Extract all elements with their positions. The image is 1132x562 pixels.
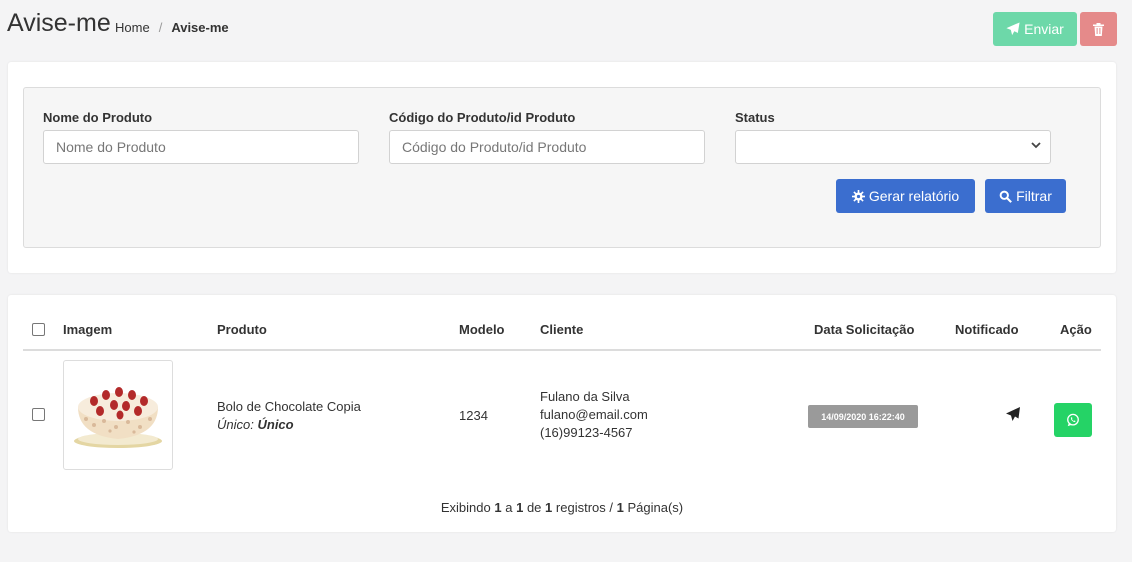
send-button[interactable]: Enviar <box>993 12 1077 46</box>
pagination-de: de <box>526 500 542 515</box>
breadcrumb: Home / Avise-me <box>115 20 229 35</box>
filter-card: Nome do Produto Código do Produto/id Pro… <box>8 62 1116 273</box>
header-divider <box>23 349 1101 351</box>
model-cell: 1234 <box>459 408 488 423</box>
variant-label: Único: <box>217 417 254 432</box>
product-name: Bolo de Chocolate Copia <box>217 399 361 414</box>
pagination-prefix: Exibindo <box>440 500 491 515</box>
column-header-product: Produto <box>217 322 267 337</box>
page-header: Avise-me Home / Avise-me Enviar <box>0 0 1132 56</box>
generate-report-button[interactable]: Gerar relatório <box>836 179 975 213</box>
results-table: Imagem Produto Modelo Cliente Data Solic… <box>8 295 1116 532</box>
product-variant: Único: Único <box>217 416 361 434</box>
gear-icon <box>851 189 865 203</box>
generate-report-label: Gerar relatório <box>868 188 960 204</box>
column-header-action: Ação <box>1060 322 1092 337</box>
product-code-input[interactable] <box>389 130 705 164</box>
pagination-summary: Exibindo 1 a 1 de 1 registros / 1 Página… <box>8 500 1116 515</box>
send-button-label: Enviar <box>1024 21 1064 37</box>
whatsapp-button[interactable] <box>1054 403 1092 437</box>
pagination-total: 1 <box>545 500 553 515</box>
trash-icon <box>1093 22 1104 36</box>
product-thumbnail <box>63 360 173 470</box>
chevron-down-icon <box>1031 142 1041 149</box>
product-name-input[interactable] <box>43 130 359 164</box>
pagination-a: a <box>505 500 513 515</box>
column-header-model: Modelo <box>459 322 505 337</box>
status-select[interactable] <box>735 130 1051 164</box>
product-code-label: Código do Produto/id Produto <box>389 110 576 125</box>
pagination-pages: 1 <box>616 500 624 515</box>
delete-button[interactable] <box>1080 12 1117 46</box>
product-cell: Bolo de Chocolate Copia Único: Único <box>217 398 361 434</box>
status-label: Status <box>735 110 775 125</box>
filter-panel: Nome do Produto Código do Produto/id Pro… <box>23 87 1101 248</box>
paper-plane-icon <box>1006 22 1020 36</box>
variant-value: Único <box>257 417 294 432</box>
client-email: fulano@email.com <box>540 407 648 422</box>
search-icon <box>999 190 1013 203</box>
breadcrumb-home[interactable]: Home <box>115 20 150 35</box>
filter-button[interactable]: Filtrar <box>985 179 1066 213</box>
column-header-client: Cliente <box>540 322 584 337</box>
pagination-from: 1 <box>494 500 502 515</box>
column-header-notified: Notificado <box>955 322 1019 337</box>
breadcrumb-separator: / <box>158 20 163 35</box>
select-all-checkbox[interactable] <box>32 323 45 336</box>
row-checkbox[interactable] <box>32 408 45 421</box>
paper-plane-icon <box>1006 407 1020 421</box>
cake-image <box>74 387 162 448</box>
pagination-registros: registros / <box>555 500 613 515</box>
filter-label: Filtrar <box>1016 188 1052 204</box>
client-cell: Fulano da Silva fulano@email.com (16)991… <box>540 388 648 442</box>
pagination-pages-label: Página(s) <box>627 500 684 515</box>
client-name: Fulano da Silva <box>540 389 630 404</box>
client-phone: (16)99123-4567 <box>540 425 633 440</box>
breadcrumb-current: Avise-me <box>171 20 229 35</box>
page-title: Avise-me <box>7 9 111 37</box>
column-header-date: Data Solicitação <box>814 322 915 337</box>
product-name-label: Nome do Produto <box>43 110 153 125</box>
column-header-image: Imagem <box>63 322 113 337</box>
pagination-to: 1 <box>516 500 524 515</box>
request-date-badge: 14/09/2020 16:22:40 <box>808 405 918 428</box>
whatsapp-icon <box>1067 413 1079 427</box>
